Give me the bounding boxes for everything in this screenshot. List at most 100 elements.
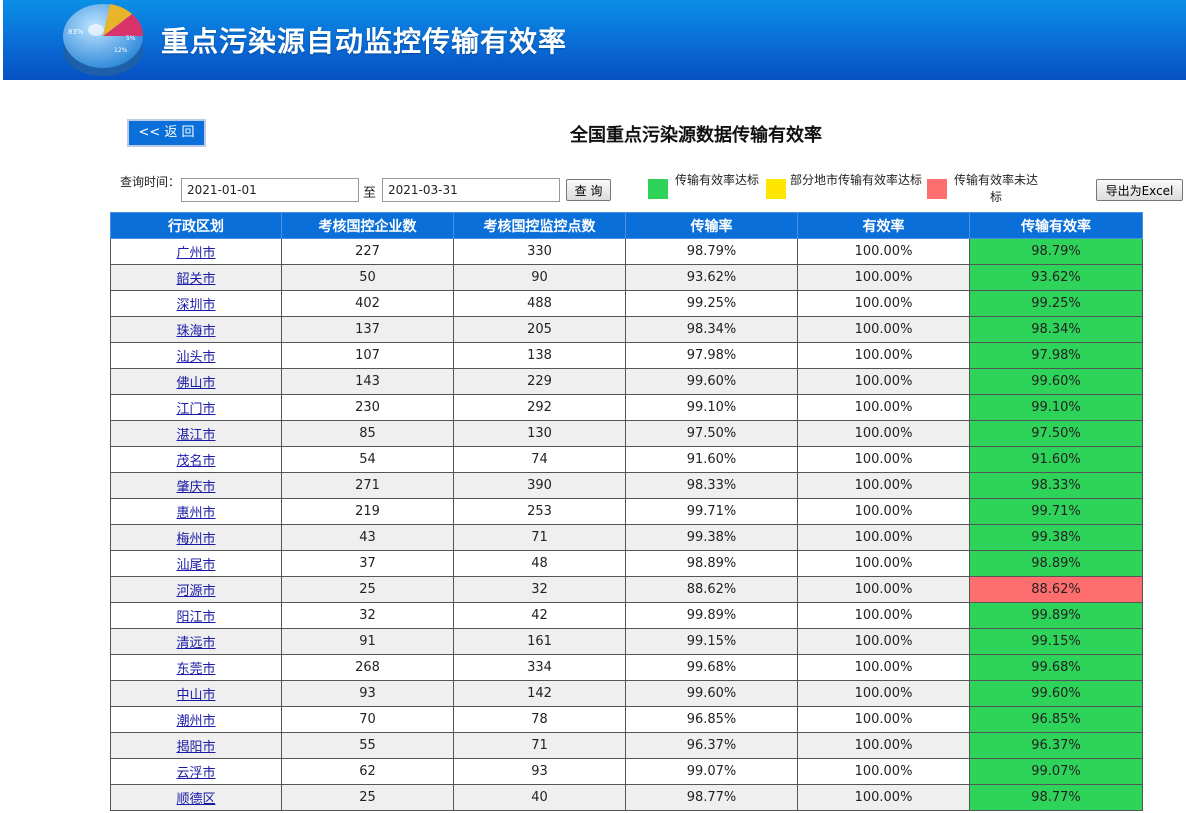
city-link[interactable]: 茂名市 [176, 454, 215, 469]
col-header-effective-rate[interactable]: 传输有效率 [969, 212, 1143, 239]
query-button[interactable]: 查 询 [566, 179, 611, 201]
table-row: 珠海市 137 205 98.34% 100.00% 98.34% [110, 316, 1143, 343]
companies-cell: 85 [281, 420, 454, 447]
companies-cell: 91 [281, 628, 454, 655]
table-row: 广州市 227 330 98.79% 100.00% 98.79% [110, 238, 1143, 265]
effective-rate-cell: 99.60% [969, 368, 1143, 395]
city-link[interactable]: 潮州市 [176, 714, 215, 729]
companies-cell: 70 [281, 706, 454, 733]
city-link[interactable]: 深圳市 [176, 298, 215, 313]
transmission-rate-cell: 99.10% [625, 394, 798, 421]
table-row: 揭阳市 55 71 96.37% 100.00% 96.37% [110, 732, 1143, 759]
companies-cell: 230 [281, 394, 454, 421]
legend-swatch-fail [927, 179, 947, 199]
points-cell: 78 [453, 706, 626, 733]
points-cell: 334 [453, 654, 626, 681]
city-link[interactable]: 顺德区 [176, 792, 215, 807]
page-title: 全国重点污染源数据传输有效率 [570, 125, 822, 146]
start-date-input[interactable] [181, 178, 359, 202]
table-row: 清远市 91 161 99.15% 100.00% 99.15% [110, 628, 1143, 655]
companies-cell: 137 [281, 316, 454, 343]
transmission-rate-cell: 98.33% [625, 472, 798, 499]
city-link[interactable]: 东莞市 [176, 662, 215, 677]
city-link[interactable]: 韶关市 [176, 272, 215, 287]
transmission-rate-cell: 98.34% [625, 316, 798, 343]
points-cell: 142 [453, 680, 626, 707]
city-link[interactable]: 河源市 [176, 584, 215, 599]
city-link[interactable]: 江门市 [176, 402, 215, 417]
export-excel-button[interactable]: 导出为Excel [1096, 179, 1183, 201]
transmission-rate-cell: 99.07% [625, 758, 798, 785]
effective-rate-cell: 93.62% [969, 264, 1143, 291]
validity-rate-cell: 100.00% [797, 706, 970, 733]
city-link[interactable]: 广州市 [176, 246, 215, 261]
validity-rate-cell: 100.00% [797, 524, 970, 551]
table-row: 中山市 93 142 99.60% 100.00% 99.60% [110, 680, 1143, 707]
table-row: 惠州市 219 253 99.71% 100.00% 99.71% [110, 498, 1143, 525]
effective-rate-cell: 99.25% [969, 290, 1143, 317]
city-link[interactable]: 汕尾市 [176, 558, 215, 573]
effective-rate-cell: 99.07% [969, 758, 1143, 785]
validity-rate-cell: 100.00% [797, 550, 970, 577]
city-link[interactable]: 梅州市 [176, 532, 215, 547]
validity-rate-cell: 100.00% [797, 446, 970, 473]
companies-cell: 62 [281, 758, 454, 785]
effective-rate-cell: 98.34% [969, 316, 1143, 343]
city-link[interactable]: 惠州市 [176, 506, 215, 521]
col-header-points[interactable]: 考核国控监控点数 [453, 212, 626, 239]
city-link[interactable]: 汕头市 [176, 350, 215, 365]
city-cell: 河源市 [110, 576, 282, 603]
validity-rate-cell: 100.00% [797, 472, 970, 499]
city-cell: 深圳市 [110, 290, 282, 317]
validity-rate-cell: 100.00% [797, 732, 970, 759]
city-cell: 梅州市 [110, 524, 282, 551]
city-link[interactable]: 阳江市 [176, 610, 215, 625]
companies-cell: 268 [281, 654, 454, 681]
efficiency-table: 行政区划 考核国控企业数 考核国控监控点数 传输率 有效率 传输有效率 广州市 2… [110, 212, 1143, 811]
end-date-input[interactable] [382, 178, 560, 202]
city-link[interactable]: 云浮市 [176, 766, 215, 781]
city-cell: 东莞市 [110, 654, 282, 681]
companies-cell: 54 [281, 446, 454, 473]
validity-rate-cell: 100.00% [797, 680, 970, 707]
table-row: 河源市 25 32 88.62% 100.00% 88.62% [110, 576, 1143, 603]
effective-rate-cell: 99.60% [969, 680, 1143, 707]
city-link[interactable]: 珠海市 [176, 324, 215, 339]
city-cell: 肇庆市 [110, 472, 282, 499]
back-button[interactable]: << 返 回 [127, 119, 206, 147]
city-cell: 佛山市 [110, 368, 282, 395]
col-header-companies[interactable]: 考核国控企业数 [281, 212, 454, 239]
transmission-rate-cell: 91.60% [625, 446, 798, 473]
col-header-region[interactable]: 行政区划 [110, 212, 282, 239]
city-link[interactable]: 湛江市 [176, 428, 215, 443]
companies-cell: 32 [281, 602, 454, 629]
col-header-transmission-rate[interactable]: 传输率 [625, 212, 798, 239]
city-link[interactable]: 佛山市 [176, 376, 215, 391]
city-link[interactable]: 肇庆市 [176, 480, 215, 495]
city-cell: 顺德区 [110, 784, 282, 811]
table-row: 佛山市 143 229 99.60% 100.00% 99.60% [110, 368, 1143, 395]
pie-chart-logo-icon: 83% 5% 12% [63, 4, 143, 76]
city-link[interactable]: 清远市 [176, 636, 215, 651]
transmission-rate-cell: 98.79% [625, 238, 798, 265]
legend-label-pass: 传输有效率达标 [674, 173, 759, 187]
points-cell: 71 [453, 524, 626, 551]
city-cell: 云浮市 [110, 758, 282, 785]
validity-rate-cell: 100.00% [797, 602, 970, 629]
legend-label-fail: 传输有效率未达标 [953, 173, 1038, 204]
points-cell: 138 [453, 342, 626, 369]
effective-rate-cell: 98.79% [969, 238, 1143, 265]
legend-swatch-partial [766, 179, 786, 199]
city-link[interactable]: 揭阳市 [176, 740, 215, 755]
city-cell: 珠海市 [110, 316, 282, 343]
validity-rate-cell: 100.00% [797, 290, 970, 317]
city-cell: 中山市 [110, 680, 282, 707]
city-cell: 汕尾市 [110, 550, 282, 577]
city-link[interactable]: 中山市 [176, 688, 215, 703]
transmission-rate-cell: 88.62% [625, 576, 798, 603]
points-cell: 93 [453, 758, 626, 785]
city-cell: 广州市 [110, 238, 282, 265]
col-header-validity-rate[interactable]: 有效率 [797, 212, 970, 239]
validity-rate-cell: 100.00% [797, 368, 970, 395]
validity-rate-cell: 100.00% [797, 784, 970, 811]
